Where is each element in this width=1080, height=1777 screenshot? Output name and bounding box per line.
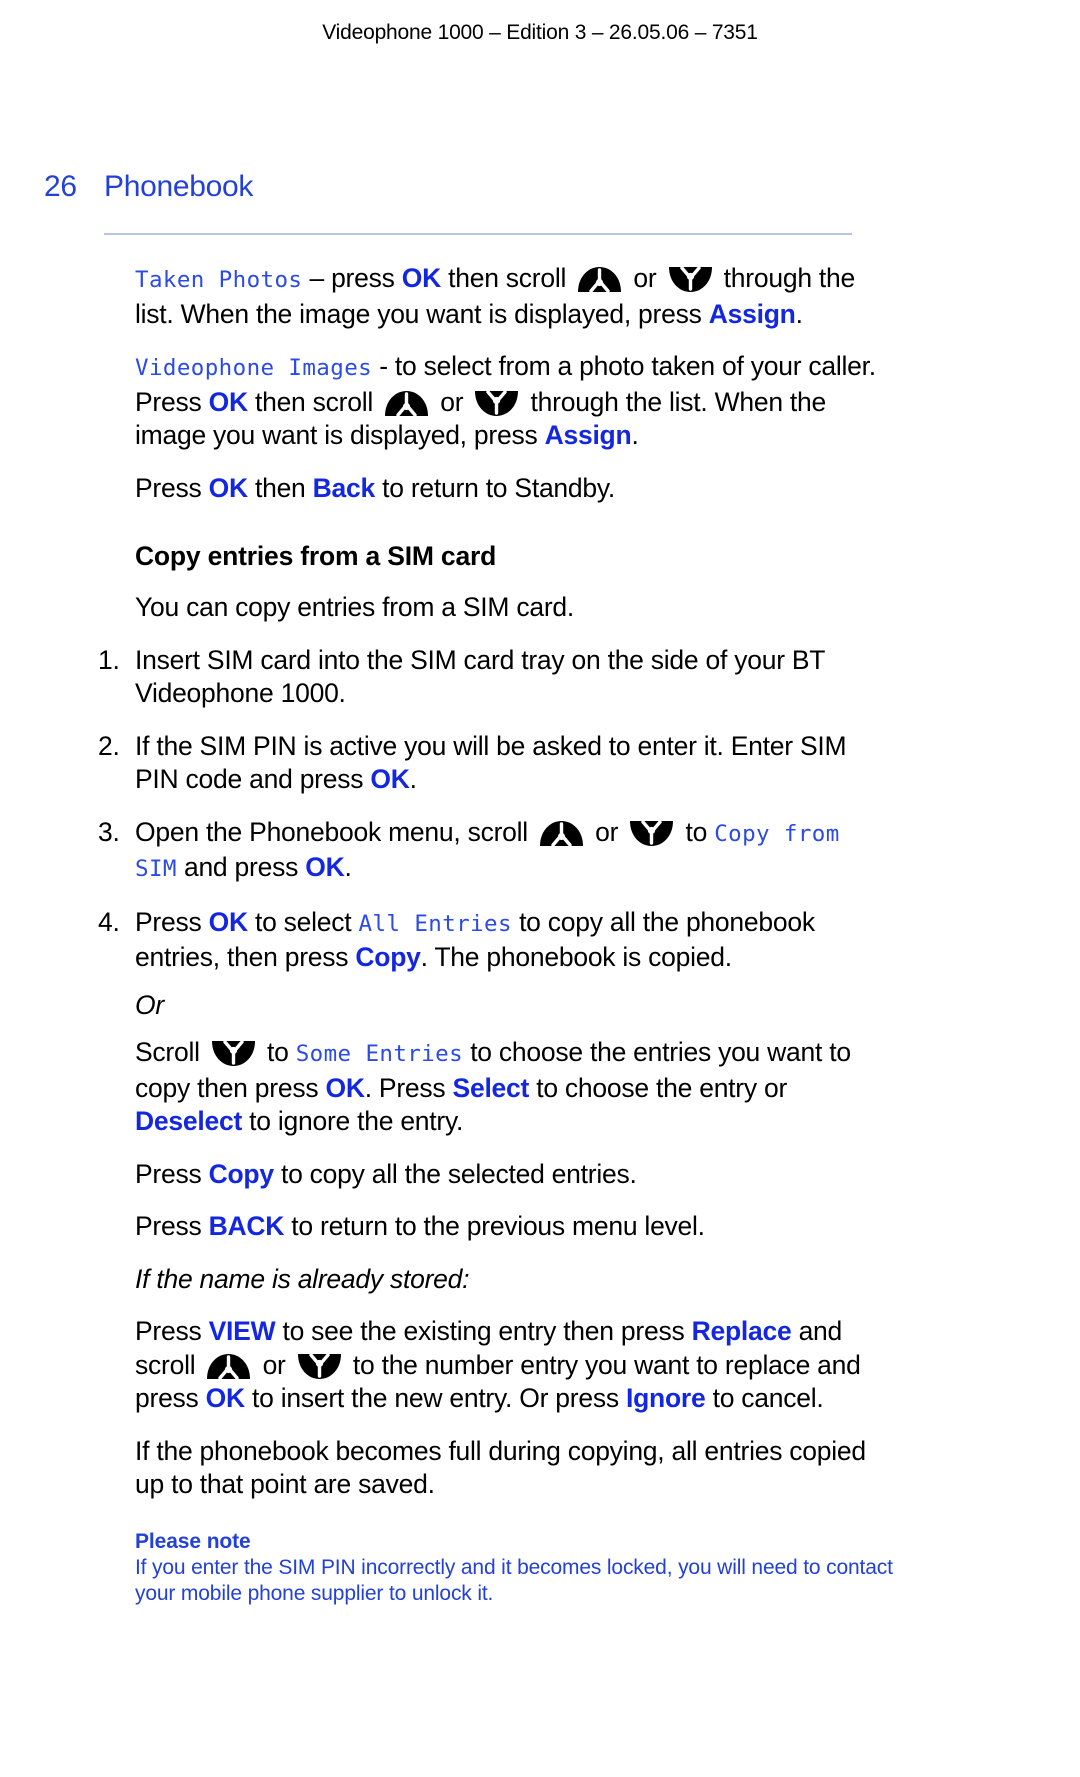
lcd-label-all-entries: All Entries	[358, 910, 512, 937]
text-run: . Press	[364, 1072, 453, 1103]
page-body: Taken Photos – press OK then scroll or t…	[0, 262, 1080, 1608]
paragraph-or: Or	[135, 989, 164, 1020]
text-run: .	[344, 852, 352, 882]
text-run: and press	[176, 852, 306, 882]
text-run: Press	[135, 1158, 209, 1189]
page-header: 26 Phonebook	[44, 170, 1004, 204]
softkey-ok: OK	[208, 906, 249, 937]
text-run: to return to the previous menu level.	[284, 1211, 705, 1241]
paragraph-intro: You can copy entries from a SIM card.	[135, 592, 575, 622]
paragraph-taken-photos: Taken Photos – press OK then scroll or t…	[0, 262, 880, 331]
text-run: .	[631, 420, 639, 450]
list-marker: 2.	[98, 730, 120, 761]
text-run: or	[588, 816, 626, 847]
list-item-step-1: 1. Insert SIM card into the SIM card tray…	[0, 644, 880, 711]
softkey-back: BACK	[208, 1211, 285, 1241]
text-run: to choose the entry or	[529, 1072, 788, 1103]
nav-down-icon	[210, 1040, 257, 1067]
text-run: to see the existing entry then press	[275, 1316, 692, 1346]
list-item-step-2: 2. If the SIM PIN is active you will be a…	[0, 730, 880, 797]
paragraph-already-stored: If the name is already stored:	[135, 1263, 470, 1294]
text-run: or	[433, 386, 471, 417]
text-run: to	[678, 816, 715, 847]
text-run: .	[409, 764, 417, 794]
text-run: Press	[135, 472, 209, 503]
softkey-copy: Copy	[208, 1158, 275, 1189]
nav-up-icon	[205, 1353, 252, 1380]
nav-up-icon	[383, 390, 430, 417]
paragraph-videophone-images: Videophone Images - to select from a pho…	[0, 350, 880, 453]
nav-down-icon	[296, 1352, 343, 1380]
softkey-ok: OK	[208, 386, 249, 417]
nav-up-icon	[576, 266, 623, 293]
text-run: .	[795, 298, 803, 329]
paragraph-back: Press BACK to return to the previous men…	[0, 1210, 880, 1244]
paragraph-standby: Press OK then Back to return to Standby.	[0, 472, 880, 506]
text-run: Press	[135, 906, 209, 937]
text-run: to select	[247, 906, 359, 937]
header-divider	[104, 233, 852, 235]
softkey-assign: Assign	[708, 298, 796, 329]
softkey-view: VIEW	[208, 1316, 276, 1346]
text-run: – press	[302, 263, 402, 293]
lcd-label-some-entries: Some Entries	[295, 1041, 464, 1067]
list-item-step-3: 3. Open the Phonebook menu, scroll or to …	[0, 816, 880, 887]
page-number: 26	[44, 170, 77, 203]
softkey-ignore: Ignore	[625, 1383, 706, 1413]
list-item-step-4: 4. Press OK to select All Entries to copy…	[0, 906, 880, 975]
nav-down-icon	[473, 389, 520, 417]
list-marker: 1.	[98, 644, 120, 675]
text-run: Press	[135, 1316, 209, 1346]
softkey-deselect: Deselect	[135, 1106, 243, 1136]
text-run: then scroll	[247, 386, 381, 417]
softkey-ok: OK	[325, 1072, 365, 1103]
softkey-ok: OK	[370, 764, 410, 794]
softkey-assign: Assign	[544, 420, 632, 450]
paragraph-phonebook-full: If the phonebook becomes full during cop…	[135, 1435, 866, 1500]
text-run: to copy all the selected entries.	[273, 1158, 637, 1189]
nav-up-icon	[538, 820, 585, 847]
nav-down-icon	[628, 819, 675, 847]
text-run: If the SIM PIN is active you will be ask…	[135, 730, 847, 795]
paragraph-copy-selected: Press Copy to copy all the selected entr…	[0, 1158, 880, 1192]
please-note-callout: Please note If you enter the SIM PIN inc…	[0, 1528, 895, 1608]
softkey-ok: OK	[401, 263, 442, 293]
softkey-ok: OK	[208, 472, 249, 503]
text-run: Insert SIM card into the SIM card tray o…	[135, 644, 825, 709]
lcd-label-videophone-images: Videophone Images	[135, 355, 373, 381]
subheading-copy-entries-sim: Copy entries from a SIM card	[135, 541, 497, 571]
softkey-back: Back	[312, 472, 376, 503]
softkey-ok: OK	[305, 852, 345, 882]
running-header: Videophone 1000 – Edition 3 – 26.05.06 –…	[322, 21, 758, 44]
text-run: then scroll	[441, 263, 574, 293]
softkey-select: Select	[452, 1072, 530, 1103]
text-run: to	[259, 1037, 296, 1067]
text-run: then	[247, 472, 313, 503]
please-note-body: If you enter the SIM PIN incorrectly and…	[135, 1555, 893, 1606]
paragraph-replace: Press VIEW to see the existing entry the…	[0, 1315, 880, 1416]
text-run: to insert the new entry. Or press	[244, 1383, 626, 1413]
text-run: to return to Standby.	[375, 472, 616, 503]
paragraph-some-entries: Scroll to Some Entries to choose the ent…	[0, 1036, 880, 1139]
text-run: Press	[135, 1211, 209, 1241]
softkey-copy: Copy	[355, 942, 421, 972]
text-run: or	[626, 263, 664, 293]
nav-down-icon	[667, 266, 714, 293]
text-run: to cancel.	[705, 1383, 824, 1413]
section-title: Phonebook	[104, 170, 254, 203]
list-marker: 3.	[98, 816, 120, 847]
text-run: or	[255, 1349, 293, 1380]
text-run: to ignore the entry.	[242, 1106, 464, 1136]
text-run: . The phonebook is copied.	[420, 942, 733, 972]
list-marker: 4.	[98, 906, 120, 937]
please-note-title: Please note	[135, 1529, 251, 1553]
lcd-label-taken-photos: Taken Photos	[135, 267, 303, 293]
text-run: Open the Phonebook menu, scroll	[135, 816, 536, 847]
softkey-ok: OK	[205, 1383, 246, 1413]
text-run: Scroll	[135, 1037, 207, 1067]
softkey-replace: Replace	[691, 1316, 792, 1346]
